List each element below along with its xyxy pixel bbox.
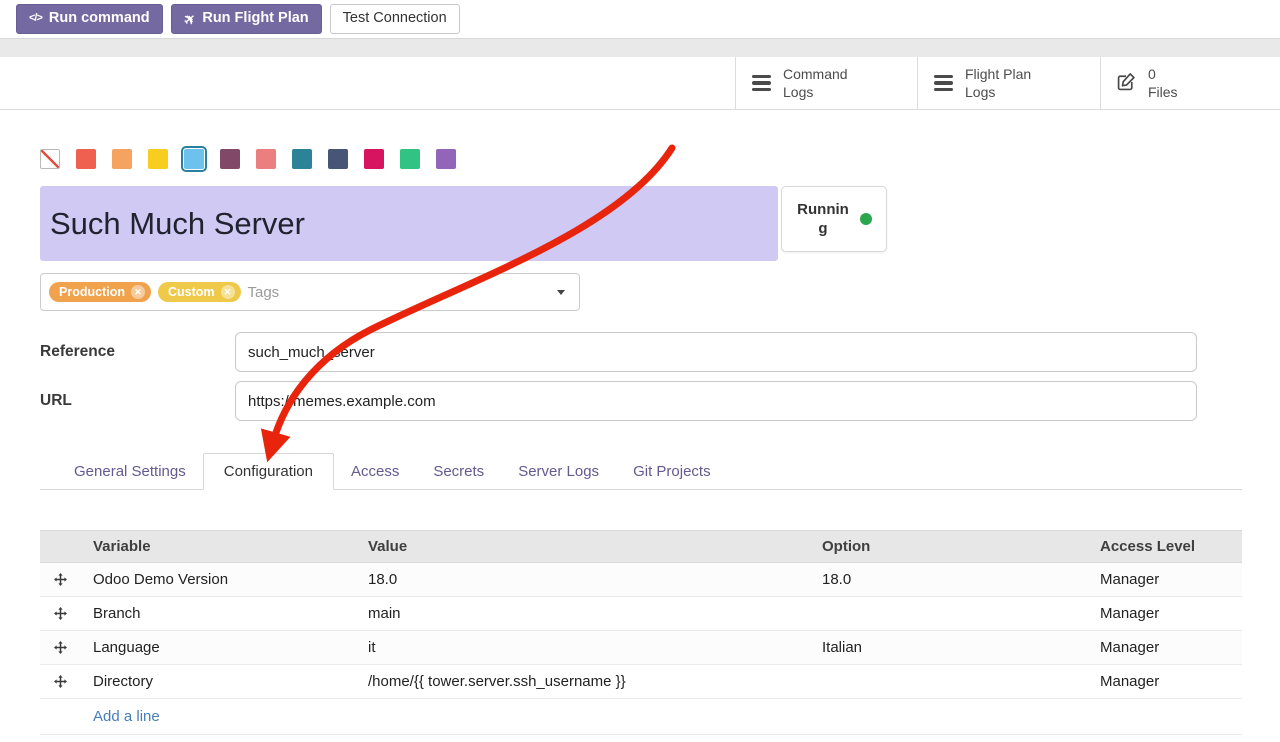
command-logs-label: Command Logs — [783, 65, 848, 101]
run-flight-plan-button[interactable]: ✈ Run Flight Plan — [171, 4, 322, 33]
color-swatch-green[interactable] — [400, 149, 420, 169]
color-swatch-navy[interactable] — [328, 149, 348, 169]
tab-access[interactable]: Access — [334, 454, 416, 489]
color-swatch-red[interactable] — [76, 149, 96, 169]
cell-access-level[interactable]: Manager — [1087, 605, 1242, 622]
drag-handle-icon[interactable] — [40, 641, 80, 654]
tab-bar: General Settings Configuration Access Se… — [40, 453, 1242, 490]
tab-server-logs[interactable]: Server Logs — [501, 454, 616, 489]
list-icon — [752, 75, 771, 92]
reference-input[interactable]: such_much_server — [235, 332, 1197, 372]
add-a-line-link[interactable]: Add a line — [93, 708, 160, 725]
column-header-option: Option — [809, 538, 1087, 555]
color-swatch-none[interactable] — [40, 149, 60, 169]
tags-input[interactable]: Production ✕ Custom ✕ Tags — [40, 273, 580, 311]
files-label: 0 Files — [1148, 65, 1178, 101]
server-name-text: Such Much Server — [50, 206, 305, 242]
drag-handle-icon[interactable] — [40, 675, 80, 688]
color-swatch-purple[interactable] — [436, 149, 456, 169]
control-panel: </> Run command ✈ Run Flight Plan Test C… — [0, 0, 1280, 38]
status-label: Running — [796, 200, 850, 239]
files-count: 0 — [1148, 65, 1178, 83]
status-running-button[interactable]: Running — [781, 186, 887, 252]
status-green-dot-icon — [860, 213, 872, 225]
fields-group: Reference such_much_server URL https://m… — [40, 332, 1197, 421]
tags-placeholder: Tags — [248, 284, 280, 301]
run-command-label: Run command — [49, 10, 150, 27]
form-sheet: Such Much Server Running Production ✕ Cu… — [0, 149, 1280, 735]
remove-tag-icon[interactable]: ✕ — [131, 285, 145, 299]
url-label: URL — [40, 392, 235, 410]
table-row: Directory /home/{{ tower.server.ssh_user… — [40, 665, 1242, 699]
table-row: Odoo Demo Version 18.0 18.0 Manager — [40, 563, 1242, 597]
files-button[interactable]: 0 Files — [1100, 57, 1280, 109]
table-row: Language it Italian Manager — [40, 631, 1242, 665]
column-header-value: Value — [355, 538, 809, 555]
cell-variable[interactable]: Odoo Demo Version — [80, 571, 355, 588]
reference-field-row: Reference such_much_server — [40, 332, 1197, 372]
tag-production: Production ✕ — [49, 282, 151, 302]
column-header-variable: Variable — [80, 538, 355, 555]
tab-git-projects[interactable]: Git Projects — [616, 454, 728, 489]
color-swatch-orange[interactable] — [112, 149, 132, 169]
color-palette — [40, 149, 1242, 169]
table-row: Branch main Manager — [40, 597, 1242, 631]
configuration-table: Variable Value Option Access Level Odoo … — [40, 530, 1242, 735]
title-row: Such Much Server Running — [40, 186, 1242, 261]
cell-value[interactable]: it — [355, 639, 809, 656]
flight-plan-logs-label: Flight Plan Logs — [965, 65, 1031, 101]
remove-tag-icon[interactable]: ✕ — [221, 285, 235, 299]
cell-value[interactable]: main — [355, 605, 809, 622]
color-swatch-salmon[interactable] — [256, 149, 276, 169]
color-swatch-magenta[interactable] — [364, 149, 384, 169]
separator-strip — [0, 38, 1280, 57]
url-field-row: URL https://memes.example.com — [40, 381, 1197, 421]
test-connection-button[interactable]: Test Connection — [330, 4, 460, 33]
tab-general-settings[interactable]: General Settings — [57, 454, 203, 489]
tab-secrets[interactable]: Secrets — [416, 454, 501, 489]
flight-plan-logs-button[interactable]: Flight Plan Logs — [917, 57, 1100, 109]
edit-pencil-icon — [1117, 72, 1136, 94]
tag-custom: Custom ✕ — [158, 282, 241, 302]
cell-variable[interactable]: Directory — [80, 673, 355, 690]
server-form-page: </> Run command ✈ Run Flight Plan Test C… — [0, 0, 1280, 742]
cell-access-level[interactable]: Manager — [1087, 639, 1242, 656]
cell-variable[interactable]: Language — [80, 639, 355, 656]
drag-handle-icon[interactable] — [40, 607, 80, 620]
cell-variable[interactable]: Branch — [80, 605, 355, 622]
cell-access-level[interactable]: Manager — [1087, 571, 1242, 588]
cell-access-level[interactable]: Manager — [1087, 673, 1242, 690]
run-flight-plan-label: Run Flight Plan — [202, 10, 308, 27]
drag-handle-icon[interactable] — [40, 573, 80, 586]
list-icon — [934, 75, 953, 92]
cell-option[interactable]: 18.0 — [809, 571, 1087, 588]
color-swatch-yellow[interactable] — [148, 149, 168, 169]
column-header-access-level: Access Level — [1087, 538, 1242, 555]
dropdown-caret-icon[interactable] — [557, 290, 565, 295]
table-header-row: Variable Value Option Access Level — [40, 530, 1242, 563]
form-header: Command Logs Flight Plan Logs 0 Files — [0, 57, 1280, 110]
color-swatch-cyan-selected[interactable] — [184, 149, 204, 169]
url-input[interactable]: https://memes.example.com — [235, 381, 1197, 421]
command-logs-button[interactable]: Command Logs — [735, 57, 917, 109]
run-command-button[interactable]: </> Run command — [16, 4, 163, 33]
code-icon: </> — [29, 12, 42, 25]
cell-value[interactable]: 18.0 — [355, 571, 809, 588]
server-name-input[interactable]: Such Much Server — [40, 186, 778, 261]
plane-icon: ✈ — [180, 9, 200, 29]
color-swatch-dark-purple[interactable] — [220, 149, 240, 169]
cell-option[interactable]: Italian — [809, 639, 1087, 656]
add-line-row: Add a line — [40, 699, 1242, 735]
tab-configuration[interactable]: Configuration — [203, 453, 334, 490]
reference-label: Reference — [40, 343, 235, 361]
cell-value[interactable]: /home/{{ tower.server.ssh_username }} — [355, 673, 809, 690]
color-swatch-teal[interactable] — [292, 149, 312, 169]
